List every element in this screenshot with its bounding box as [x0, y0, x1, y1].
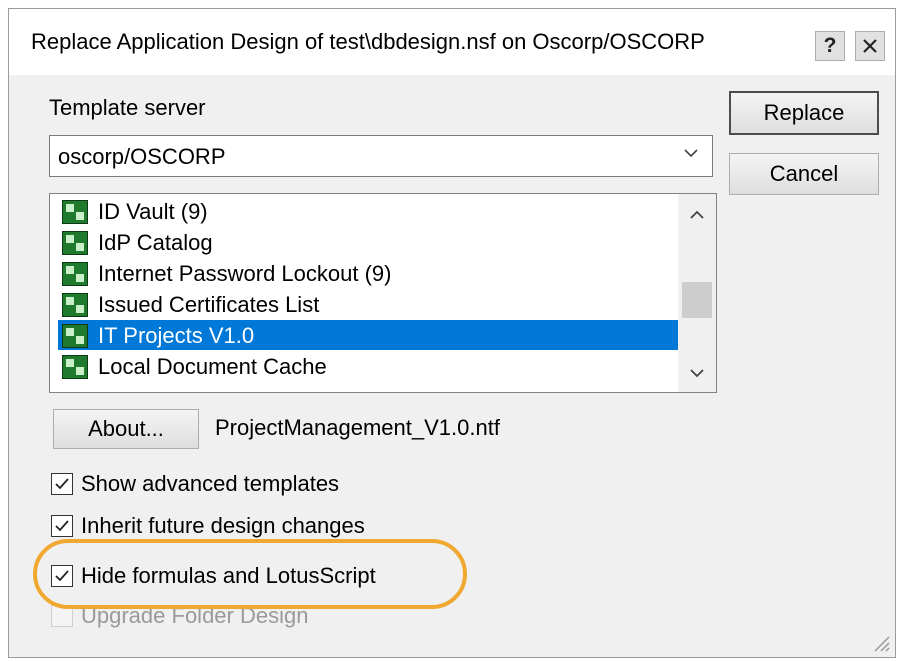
chevron-down-icon[interactable]: [688, 364, 706, 382]
scroll-thumb[interactable]: [682, 282, 712, 318]
inherit-future-design-label: Inherit future design changes: [81, 513, 365, 538]
help-button[interactable]: ?: [815, 31, 845, 61]
template-server-label: Template server: [49, 95, 206, 120]
inherit-future-design-checkbox[interactable]: [51, 515, 73, 537]
about-button[interactable]: About...: [53, 409, 199, 449]
template-list[interactable]: ID Vault (9) IdP Catalog Internet Passwo…: [49, 193, 717, 393]
template-filename: ProjectManagement_V1.0.ntf: [215, 415, 500, 440]
replace-button[interactable]: Replace: [729, 91, 879, 135]
checkmark-icon: [55, 520, 69, 532]
show-advanced-templates-checkbox[interactable]: [51, 473, 73, 495]
template-server-select[interactable]: oscorp/OSCORP: [49, 135, 713, 177]
list-item[interactable]: IdP Catalog: [58, 227, 678, 257]
chevron-down-icon: [684, 149, 698, 158]
database-icon: [62, 231, 88, 255]
database-icon: [62, 355, 88, 379]
database-icon: [62, 324, 88, 348]
list-item[interactable]: Internet Password Lockout (9): [58, 258, 678, 288]
replace-design-dialog: Replace Application Design of test\dbdes…: [8, 8, 896, 658]
checkmark-icon: [55, 478, 69, 490]
close-icon: [863, 39, 877, 53]
database-icon: [62, 200, 88, 224]
list-item[interactable]: Issued Certificates List: [58, 289, 678, 319]
list-item-selected[interactable]: IT Projects V1.0: [58, 320, 678, 350]
list-item[interactable]: Local Document Cache: [58, 351, 678, 381]
dialog-title: Replace Application Design of test\dbdes…: [31, 29, 705, 54]
template-server-value: oscorp/OSCORP: [58, 144, 226, 169]
database-icon: [62, 293, 88, 317]
list-item[interactable]: ID Vault (9): [58, 196, 678, 226]
cancel-button[interactable]: Cancel: [729, 153, 879, 195]
template-list-scrollbar[interactable]: [678, 194, 716, 392]
database-icon: [62, 262, 88, 286]
close-button[interactable]: [855, 31, 885, 61]
resize-grip-icon[interactable]: [869, 631, 891, 653]
title-bar: Replace Application Design of test\dbdes…: [9, 9, 895, 75]
chevron-up-icon[interactable]: [688, 206, 706, 224]
highlight-ring: [33, 539, 467, 609]
show-advanced-templates-label: Show advanced templates: [81, 471, 340, 496]
